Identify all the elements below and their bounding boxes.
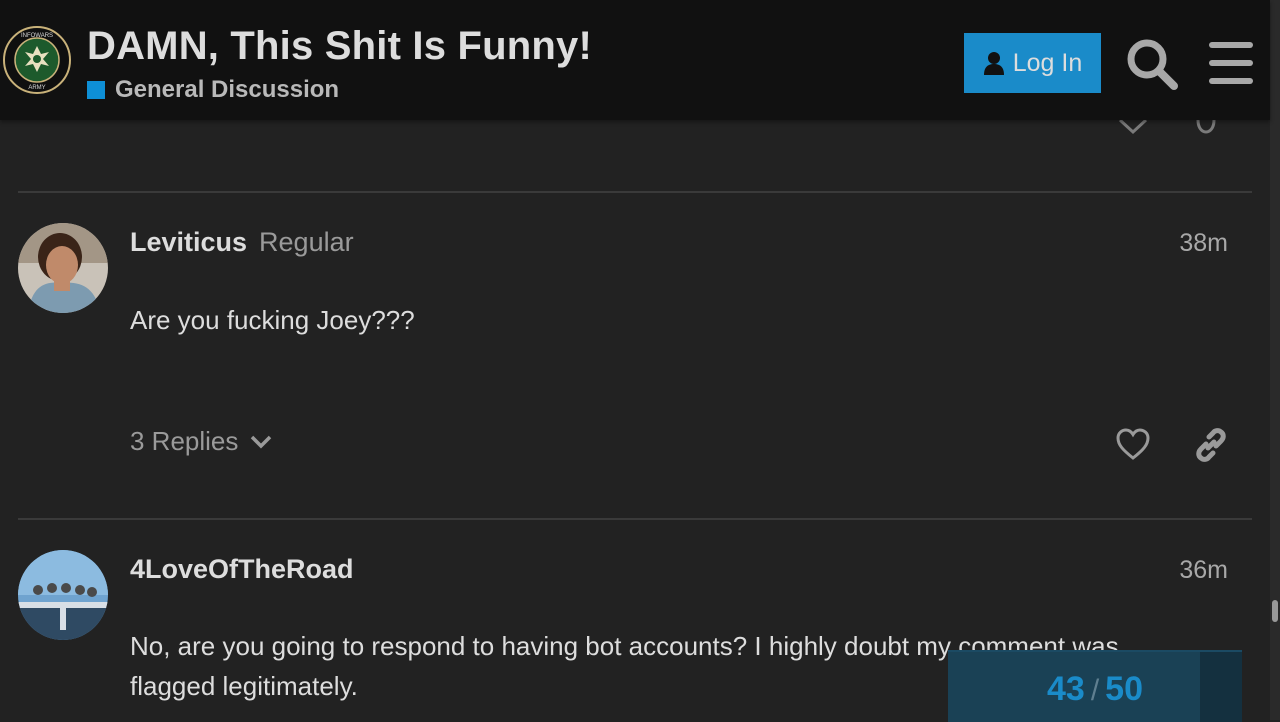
site-header: INFOWARS ARMY DAMN, This Shit Is Funny! …	[0, 0, 1270, 120]
username[interactable]: Leviticus	[130, 227, 247, 257]
logo-text-bottom: ARMY	[28, 85, 45, 91]
link-icon[interactable]	[1194, 428, 1228, 462]
user-icon	[983, 52, 1004, 75]
category-label: General Discussion	[115, 76, 340, 103]
hamburger-menu-icon[interactable]	[1207, 40, 1255, 86]
post-time[interactable]: 36m	[1160, 556, 1228, 585]
post-divider	[18, 191, 1252, 193]
category-badge[interactable]: General Discussion	[87, 76, 339, 104]
logo-text-top: INFOWARS	[21, 33, 53, 39]
progress-counter: 43/50	[948, 670, 1242, 709]
progress-total: 50	[1105, 670, 1143, 708]
replies-label: 3 Replies	[130, 426, 239, 456]
topic-title[interactable]: DAMN, This Shit Is Funny!	[87, 24, 592, 69]
topic-progress[interactable]: 43/50	[948, 650, 1242, 722]
avatar-4loveoftheroad[interactable]	[18, 550, 108, 640]
post-author[interactable]: 4LoveOfTheRoad	[130, 554, 354, 585]
user-title: Regular	[259, 227, 354, 257]
username[interactable]: 4LoveOfTheRoad	[130, 554, 354, 584]
login-button[interactable]: Log In	[964, 33, 1101, 93]
search-icon[interactable]	[1124, 36, 1180, 92]
post-divider	[18, 518, 1252, 520]
chevron-down-icon	[251, 435, 272, 448]
login-label: Log In	[1012, 48, 1083, 77]
post-time[interactable]: 38m	[1160, 229, 1228, 258]
infowars-army-logo[interactable]: INFOWARS ARMY	[3, 26, 71, 94]
replies-toggle[interactable]: 3 Replies	[130, 426, 272, 457]
avatar-leviticus[interactable]	[18, 223, 108, 313]
scrollbar-thumb[interactable]	[1272, 600, 1278, 622]
progress-separator: /	[1090, 674, 1100, 707]
post-author[interactable]: Leviticus Regular	[130, 227, 354, 258]
page-scrollbar[interactable]	[1270, 0, 1280, 720]
category-color-square	[87, 81, 105, 99]
post-body: Are you fucking Joey???	[130, 305, 415, 335]
progress-current: 43	[1047, 670, 1085, 708]
heart-icon[interactable]	[1115, 428, 1151, 462]
